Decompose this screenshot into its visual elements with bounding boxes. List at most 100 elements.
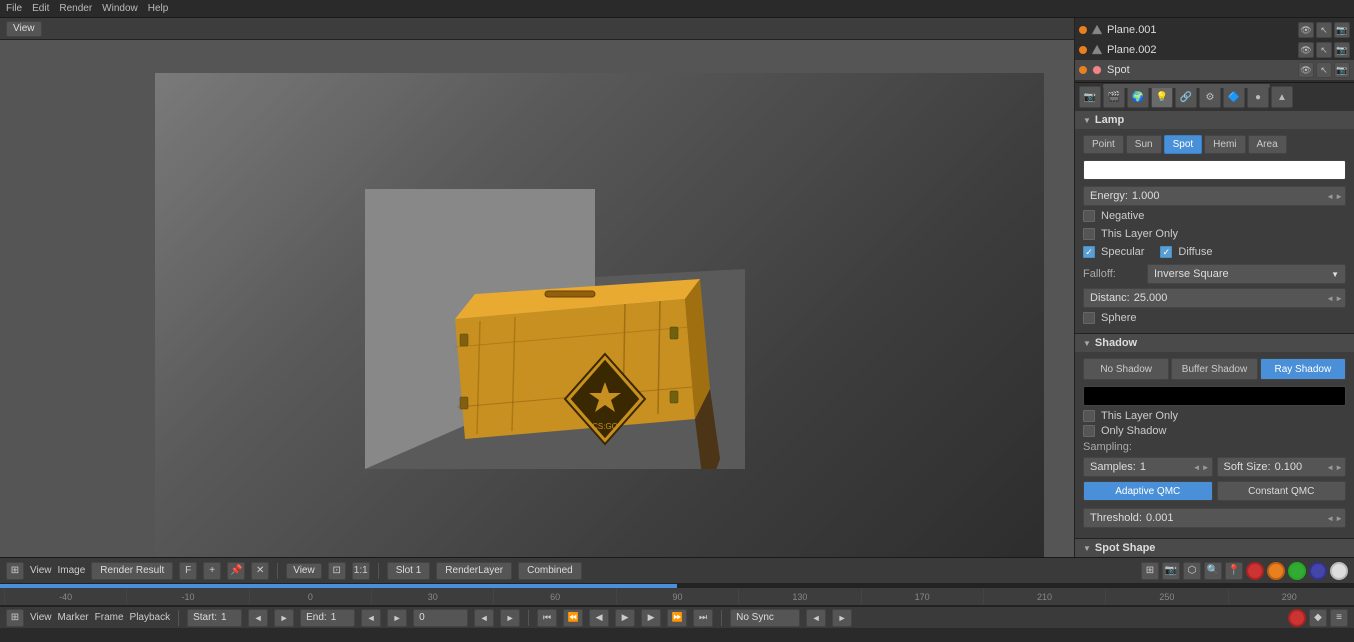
jump-end-btn[interactable]: ⏭	[693, 609, 713, 627]
next-frame-btn[interactable]: ▶	[641, 609, 661, 627]
falloff-dropdown[interactable]: Inverse Square ▼	[1147, 264, 1346, 284]
visibility-btn-plane002[interactable]: 👁	[1298, 42, 1314, 58]
end-dec-btn[interactable]: ◄	[361, 609, 381, 627]
prop-tab-material[interactable]: ●	[1247, 86, 1269, 108]
samples-field[interactable]: Samples: 1 ◄►	[1083, 457, 1213, 477]
menu-item-help[interactable]: Help	[148, 3, 169, 14]
this-layer-only-checkbox[interactable]	[1083, 228, 1095, 240]
render-layer-btn[interactable]: RenderLayer	[436, 562, 512, 580]
pin-icon[interactable]: 📍	[1225, 562, 1243, 580]
threshold-field[interactable]: Threshold: 0.001 ◄►	[1083, 508, 1346, 528]
prop-tab-world[interactable]: 🌍	[1127, 86, 1149, 108]
orange-circle-btn[interactable]	[1267, 562, 1285, 580]
lamp-tab-spot[interactable]: Spot	[1164, 135, 1203, 154]
outliner-row-plane001[interactable]: Plane.001 👁 ↖ 📷	[1075, 20, 1354, 40]
buffer-shadow-btn[interactable]: Buffer Shadow	[1171, 358, 1257, 380]
red-circle-btn[interactable]	[1246, 562, 1264, 580]
blue-circle-btn[interactable]	[1309, 562, 1327, 580]
view-btn[interactable]: View	[286, 563, 322, 579]
lamp-tab-point[interactable]: Point	[1083, 135, 1124, 154]
menu-item-window[interactable]: Window	[102, 3, 138, 14]
render-btn-plane001[interactable]: 📷	[1334, 22, 1350, 38]
timeline-playback-menu[interactable]: Playback	[130, 612, 171, 623]
cursor-btn-plane002[interactable]: ↖	[1316, 42, 1332, 58]
outliner-row-plane002[interactable]: Plane.002 👁 ↖ 📷	[1075, 40, 1354, 60]
timeline-frame-menu[interactable]: Frame	[95, 612, 124, 623]
diffuse-checkbox[interactable]	[1160, 246, 1172, 258]
nla-icon[interactable]: ≡	[1330, 609, 1348, 627]
frame-dec-btn[interactable]: ◄	[474, 609, 494, 627]
visibility-btn-spot[interactable]: 👁	[1298, 62, 1314, 78]
start-dec-btn[interactable]: ◄	[248, 609, 268, 627]
image-editor-mode-icon[interactable]: ⊞	[6, 562, 24, 580]
grid-icon[interactable]: ⊞	[1141, 562, 1159, 580]
layers-icon[interactable]: ⬡	[1183, 562, 1201, 580]
sync-dec-btn[interactable]: ◄	[806, 609, 826, 627]
green-circle-btn[interactable]	[1288, 562, 1306, 580]
energy-field[interactable]: Energy: 1.000 ◄►	[1083, 186, 1346, 206]
timeline-marker-menu[interactable]: Marker	[58, 612, 89, 623]
lamp-color-picker[interactable]	[1083, 160, 1346, 180]
prop-tab-constraints[interactable]: 🔗	[1175, 86, 1197, 108]
render-icon[interactable]: 📷	[1162, 562, 1180, 580]
adaptive-qmc-btn[interactable]: Adaptive QMC	[1083, 481, 1213, 501]
shadow-this-layer-checkbox[interactable]	[1083, 410, 1095, 422]
prop-tab-render[interactable]: 📷	[1079, 86, 1101, 108]
render-btn-plane002[interactable]: 📷	[1334, 42, 1350, 58]
cursor-btn-spot[interactable]: ↖	[1316, 62, 1332, 78]
menu-item-edit[interactable]: Edit	[32, 3, 49, 14]
image-editor-image-menu[interactable]: Image	[58, 565, 86, 576]
prev-key-btn[interactable]: ⏪	[563, 609, 583, 627]
prop-tab-data[interactable]: ▲	[1271, 86, 1293, 108]
end-inc-btn[interactable]: ►	[387, 609, 407, 627]
f-label-btn[interactable]: F	[179, 562, 197, 580]
outliner-row-spot[interactable]: Spot 👁 ↖ 📷	[1075, 60, 1354, 80]
start-field[interactable]: Start: 1	[187, 609, 242, 627]
white-circle-btn[interactable]	[1330, 562, 1348, 580]
timeline-mode-icon[interactable]: ⊞	[6, 609, 24, 627]
sphere-checkbox[interactable]	[1083, 312, 1095, 324]
add-render-btn[interactable]: +	[203, 562, 221, 580]
distance-field[interactable]: Distanc: 25.000 ◄►	[1083, 288, 1346, 308]
negative-checkbox[interactable]	[1083, 210, 1095, 222]
start-inc-btn[interactable]: ►	[274, 609, 294, 627]
shadow-color-picker[interactable]	[1083, 386, 1346, 406]
play-btn[interactable]: ▶	[615, 609, 635, 627]
zoom-fit-btn[interactable]: ⊡	[328, 562, 346, 580]
end-field[interactable]: End: 1	[300, 609, 355, 627]
render-result-btn[interactable]: Render Result	[91, 562, 173, 580]
timeline-view-menu[interactable]: View	[30, 612, 52, 623]
prop-tab-scene[interactable]: 🎬	[1103, 86, 1125, 108]
jump-start-btn[interactable]: ⏮	[537, 609, 557, 627]
image-editor-view-menu[interactable]: View	[30, 565, 52, 576]
lamp-section-header[interactable]: ▼ Lamp	[1075, 111, 1354, 129]
specular-checkbox[interactable]	[1083, 246, 1095, 258]
only-shadow-checkbox[interactable]	[1083, 425, 1095, 437]
shadow-section-header[interactable]: ▼ Shadow	[1075, 334, 1354, 352]
prev-frame-btn[interactable]: ◀	[589, 609, 609, 627]
render-btn-spot[interactable]: 📷	[1334, 62, 1350, 78]
next-key-btn[interactable]: ⏩	[667, 609, 687, 627]
sync-field[interactable]: No Sync	[730, 609, 800, 627]
soft-size-field[interactable]: Soft Size: 0.100 ◄►	[1217, 457, 1347, 477]
lamp-tab-hemi[interactable]: Hemi	[1204, 135, 1245, 154]
viewport[interactable]: View	[0, 18, 1074, 557]
prop-tab-particles[interactable]: ⚙	[1199, 86, 1221, 108]
no-shadow-btn[interactable]: No Shadow	[1083, 358, 1169, 380]
lamp-tab-sun[interactable]: Sun	[1126, 135, 1162, 154]
constant-qmc-btn[interactable]: Constant QMC	[1217, 481, 1347, 501]
prop-tab-object[interactable]: 💡	[1151, 86, 1173, 108]
spot-shape-section-header[interactable]: ▼ Spot Shape	[1075, 539, 1354, 557]
visibility-btn-plane001[interactable]: 👁	[1298, 22, 1314, 38]
zoom-icon[interactable]: 🔍	[1204, 562, 1222, 580]
sync-inc-btn[interactable]: ►	[832, 609, 852, 627]
ray-shadow-btn[interactable]: Ray Shadow	[1260, 358, 1346, 380]
record-btn[interactable]	[1288, 609, 1306, 627]
combined-btn[interactable]: Combined	[518, 562, 582, 580]
frame-inc-btn[interactable]: ►	[500, 609, 520, 627]
zoom-1to1-btn[interactable]: 1:1	[352, 562, 370, 580]
menu-item-render[interactable]: Render	[59, 3, 92, 14]
delete-btn[interactable]: ✕	[251, 562, 269, 580]
menu-item-file[interactable]: File	[6, 3, 22, 14]
pin-btn[interactable]: 📌	[227, 562, 245, 580]
